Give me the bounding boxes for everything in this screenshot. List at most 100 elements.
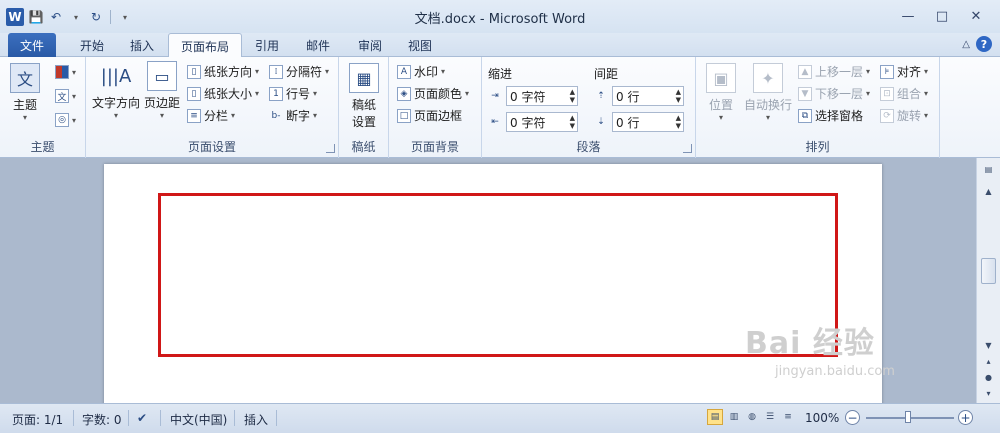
page-setup-dialog-launcher-icon[interactable] <box>326 144 335 153</box>
send-backward-button[interactable]: ▼ 下移一层 ▾ <box>798 85 870 102</box>
text-direction-button[interactable]: |||A 文字方向 ▾ <box>92 61 141 121</box>
tab-mailings[interactable]: 邮件 <box>294 33 342 57</box>
indent-left-input[interactable]: 0 字符 ▲ ▼ <box>506 86 578 106</box>
highlight-rectangle <box>158 193 838 357</box>
theme-effects-icon: ◎ <box>55 113 69 127</box>
status-language[interactable]: 中文(中国) <box>170 411 227 428</box>
indent-right-input[interactable]: 0 字符 ▲ ▼ <box>506 112 578 132</box>
watermark-button[interactable]: A 水印 ▾ <box>397 63 445 80</box>
bring-forward-button[interactable]: ▲ 上移一层 ▾ <box>798 63 870 80</box>
close-icon[interactable]: ✕ <box>962 6 990 26</box>
status-insert-mode[interactable]: 插入 <box>244 411 268 428</box>
page-borders-button[interactable]: □ 页面边框 <box>397 107 462 124</box>
select-browse-object-icon[interactable]: ● <box>980 370 997 385</box>
group-button[interactable]: ⊡ 组合 ▾ <box>880 85 928 102</box>
position-button[interactable]: ▣ 位置 ▾ <box>706 63 736 122</box>
next-page-icon[interactable]: ▾ <box>980 386 997 401</box>
columns-icon: ≡ <box>187 108 201 123</box>
print-layout-view-icon[interactable]: ▤ <box>707 409 723 425</box>
group-objects-icon: ⊡ <box>880 86 894 101</box>
themes-button[interactable]: 文 主题 ▾ <box>10 63 40 122</box>
scroll-down-icon[interactable]: ▼ <box>980 338 997 353</box>
status-page-count[interactable]: 页面: 1/1 <box>12 411 63 428</box>
align-button[interactable]: ⊧ 对齐 ▾ <box>880 63 928 80</box>
orientation-icon: ▯ <box>187 64 201 79</box>
hyphenation-button[interactable]: b- 断字 ▾ <box>269 107 318 124</box>
spacing-before-input[interactable]: 0 行 ▲ ▼ <box>612 86 684 106</box>
spacing-before-spinner[interactable]: ▲ ▼ <box>676 88 681 104</box>
group-paragraph: 缩进 间距 ⇥ 0 字符 ▲▼ ⇤ 0 字符 ▲▼ ⇡ 0 行 ▲▼ ⇣ <box>482 57 696 158</box>
tab-review[interactable]: 审阅 <box>346 33 394 57</box>
tab-file[interactable]: 文件 <box>8 33 57 57</box>
paper-size-icon: ▯ <box>187 86 201 101</box>
group-label-btn: 组合 <box>897 87 922 101</box>
manuscript-label-line1: 稿纸 <box>351 98 376 112</box>
indent-right-spinner[interactable]: ▲ ▼ <box>570 114 575 130</box>
watermark-icon: A <box>397 64 411 79</box>
margins-icon: ▭ <box>147 61 177 91</box>
theme-fonts-button[interactable]: 文 ▾ <box>55 89 76 103</box>
restore-icon[interactable]: □ <box>928 6 956 26</box>
themes-icon: 文 <box>10 63 40 93</box>
zoom-level[interactable]: 100% <box>805 411 839 425</box>
spacing-after-input[interactable]: 0 行 ▲ ▼ <box>612 112 684 132</box>
indent-right-control: ⇤ 0 字符 ▲ ▼ <box>488 112 578 132</box>
zoom-out-icon[interactable]: − <box>845 410 860 425</box>
document-area[interactable] <box>0 158 976 403</box>
outline-view-icon[interactable]: ☰ <box>762 409 778 425</box>
status-word-count[interactable]: 字数: 0 <box>82 411 122 428</box>
themes-button-label: 主题 <box>12 98 37 112</box>
selection-pane-icon: ⧉ <box>798 108 812 123</box>
send-backward-label: 下移一层 <box>815 87 864 101</box>
hyphenation-label: 断字 <box>286 109 311 123</box>
scrollbar-thumb[interactable] <box>981 258 996 284</box>
group-manuscript: ▦ 稿纸 设置 稿纸 <box>339 57 389 158</box>
scroll-up-icon[interactable]: ▲ <box>980 184 997 199</box>
orientation-button[interactable]: ▯ 纸张方向 ▾ <box>187 63 259 80</box>
group-label-page-setup: 页面设置 <box>187 140 236 154</box>
rotate-button[interactable]: ⟳ 旋转 ▾ <box>880 107 928 124</box>
paragraph-dialog-launcher-icon[interactable] <box>683 144 692 153</box>
wrap-text-button[interactable]: ✦ 自动换行 ▾ <box>744 63 792 122</box>
margins-button[interactable]: ▭ 页边距 ▾ <box>144 61 180 120</box>
ruler-toggle-icon[interactable]: ▤ <box>980 162 997 177</box>
proofing-icon[interactable]: ✔ <box>137 411 147 425</box>
document-page[interactable] <box>104 164 882 403</box>
vertical-scrollbar[interactable]: ▤ ▲ ▼ ▴ ● ▾ <box>976 158 1000 403</box>
web-layout-view-icon[interactable]: ◍ <box>744 409 760 425</box>
indent-left-spinner[interactable]: ▲ ▼ <box>570 88 575 104</box>
chevron-down-icon: ▾ <box>22 113 27 122</box>
tab-page-layout[interactable]: 页面布局 <box>168 33 243 58</box>
page-borders-label: 页面边框 <box>414 109 463 123</box>
full-screen-reading-view-icon[interactable]: ▥ <box>726 409 742 425</box>
group-label-page-background: 页面背景 <box>410 140 459 154</box>
size-button[interactable]: ▯ 纸张大小 ▾ <box>187 85 259 102</box>
manuscript-settings-button[interactable]: ▦ 稿纸 设置 <box>349 63 379 130</box>
minimize-icon[interactable]: — <box>894 6 922 26</box>
tab-references[interactable]: 引用 <box>243 33 291 57</box>
help-icon[interactable]: ? <box>976 36 992 52</box>
status-separator <box>234 410 235 426</box>
zoom-in-icon[interactable]: + <box>958 410 973 425</box>
text-direction-label: 文字方向 <box>92 96 141 110</box>
draft-view-icon[interactable]: ≡ <box>780 409 796 425</box>
columns-button[interactable]: ≡ 分栏 ▾ <box>187 107 235 124</box>
breaks-button[interactable]: ⁞ 分隔符 ▾ <box>269 63 329 80</box>
selection-pane-button[interactable]: ⧉ 选择窗格 <box>798 107 863 124</box>
theme-colors-button[interactable]: ▾ <box>55 65 76 79</box>
indent-left-value: 0 字符 <box>510 89 546 104</box>
wrap-text-label: 自动换行 <box>744 98 793 112</box>
wrap-text-icon: ✦ <box>753 63 783 93</box>
line-numbers-button[interactable]: 1 行号 ▾ <box>269 85 317 102</box>
spacing-after-spinner[interactable]: ▲ ▼ <box>676 114 681 130</box>
minimize-ribbon-icon[interactable]: △ <box>962 39 970 50</box>
tab-view[interactable]: 视图 <box>396 33 444 57</box>
group-label-arrange: 排列 <box>805 140 830 154</box>
previous-page-icon[interactable]: ▴ <box>980 354 997 369</box>
tab-insert[interactable]: 插入 <box>118 33 166 57</box>
theme-effects-button[interactable]: ◎ ▾ <box>55 113 76 127</box>
tab-home[interactable]: 开始 <box>68 33 116 57</box>
zoom-slider-thumb[interactable] <box>905 411 911 423</box>
page-color-button[interactable]: ◈ 页面颜色 ▾ <box>397 85 469 102</box>
chevron-down-icon: ▾ <box>114 111 119 120</box>
